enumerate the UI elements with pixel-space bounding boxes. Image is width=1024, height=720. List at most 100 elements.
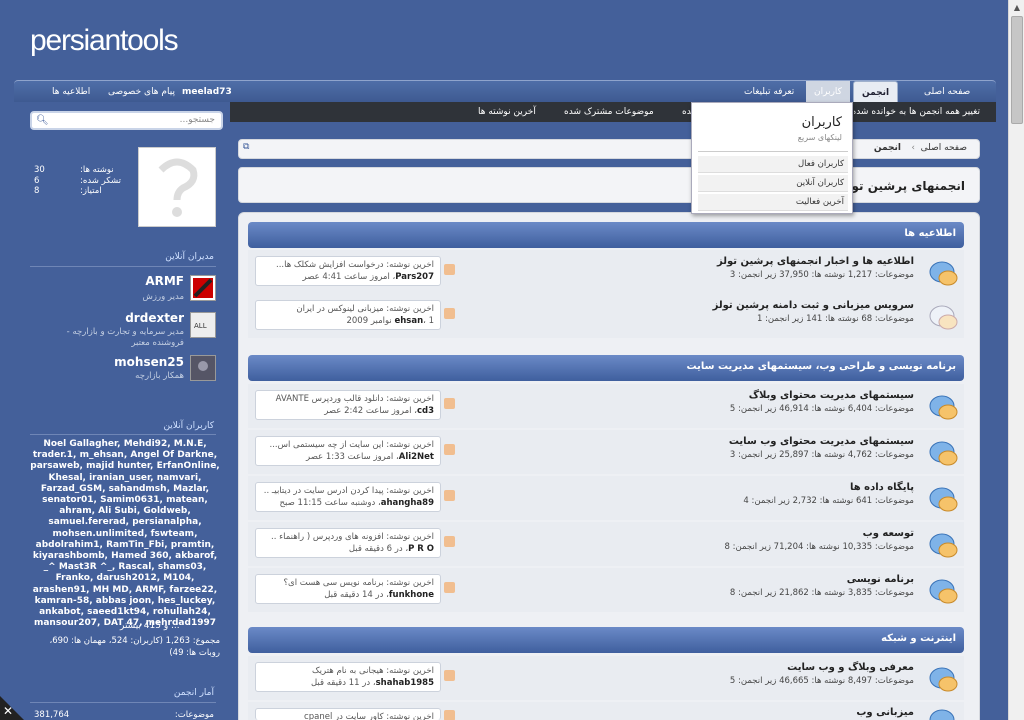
scrollbar[interactable]: ▲: [1008, 0, 1024, 720]
forum-title[interactable]: توسعه وب: [863, 528, 914, 539]
new-window-icon[interactable]: ⧉: [243, 142, 249, 152]
rss-icon[interactable]: [444, 582, 455, 593]
moderator-role: مدیر سرمایه و تجارت و بازارچه - فروشنده …: [66, 327, 184, 348]
forum-title[interactable]: سیستمهای مدیریت محتوای وب سایت: [729, 436, 914, 447]
forum-stats: موضوعات: 1,217 نوشته ها: 37,950 زیر انجم…: [729, 270, 914, 280]
scroll-thumb[interactable]: [1011, 16, 1023, 124]
forum-title[interactable]: پایگاه داده ها: [850, 482, 914, 493]
last-post-box[interactable]: آخرین نوشته: برنامه نویس سی هست ای؟ funkh…: [255, 574, 441, 604]
moderator-name[interactable]: mohsen25: [114, 355, 184, 369]
last-post-box[interactable]: آخرین نوشته: کاور سایت در cpanel: [255, 708, 441, 720]
menu-item-active-users[interactable]: کاربران فعال: [698, 156, 848, 173]
nav-username[interactable]: meelad73: [174, 81, 240, 103]
forum-stats: موضوعات: 3,835 نوشته ها: 21,862 زیر انجم…: [729, 588, 914, 598]
last-post-thread[interactable]: آخرین نوشته: برنامه نویس سی هست ای؟: [258, 578, 434, 588]
last-post-thread[interactable]: آخرین نوشته: این سایت از چه سیستمی اس...: [258, 440, 435, 450]
rss-icon[interactable]: [444, 490, 455, 501]
last-post-thread[interactable]: آخرین نوشته: درخواست افزایش شکلک ها...: [258, 260, 434, 270]
rss-icon[interactable]: [444, 264, 455, 275]
scroll-up-arrow-icon[interactable]: ▲: [1009, 0, 1024, 16]
menu-item-online-users[interactable]: کاربران آنلاین: [698, 175, 848, 192]
forum-title[interactable]: سرویس میزبانی و ثبت دامنه پرشین تولز: [713, 300, 914, 311]
last-post-user[interactable]: cd3: [417, 406, 434, 416]
category-header[interactable]: اینترنت و شبکه: [248, 627, 964, 653]
category-title[interactable]: برنامه نویسی و طراحی وب، سیستمهای مدیریت…: [687, 361, 956, 372]
last-post-thread[interactable]: آخرین نوشته: میزبانی لینوکس در ایران: [258, 304, 434, 314]
last-post-box[interactable]: آخرین نوشته: این سایت از چه سیستمی اس...…: [255, 436, 441, 466]
forum-title[interactable]: برنامه نویسی: [847, 574, 914, 585]
last-post-thread[interactable]: آخرین نوشته: پیدا کردن آدرس سایت در دیتا…: [258, 486, 434, 496]
forum-title[interactable]: میزبانی وب: [856, 707, 914, 718]
stat-score-label: امتیاز:: [80, 186, 102, 196]
last-post-box[interactable]: آخرین نوشته: افزونه های وردپرس ( راهنماء…: [255, 528, 441, 558]
forum-title[interactable]: معرفی وبلاگ و وب سایت: [787, 662, 914, 673]
tab-users[interactable]: کاربران: [806, 81, 850, 103]
rss-icon[interactable]: [444, 398, 455, 409]
search-placeholder: جستجو...: [179, 115, 215, 125]
rss-icon[interactable]: [444, 536, 455, 547]
moderator-name[interactable]: drdexter: [125, 311, 184, 325]
tab-home[interactable]: صفحه اصلی: [916, 81, 978, 103]
forum-stats: موضوعات: 4,762 نوشته ها: 25,897 زیر انجم…: [729, 450, 914, 460]
last-post-box[interactable]: آخرین نوشته: دانلود قالب وردپرس AVANTE cd…: [255, 390, 441, 420]
breadcrumb-home[interactable]: صفحه اصلی: [921, 143, 967, 153]
last-post-user[interactable]: funkhone: [389, 590, 434, 600]
last-post-box[interactable]: آخرین نوشته: درخواست افزایش شکلک ها... Pa…: [255, 256, 441, 286]
last-post-thread[interactable]: آخرین نوشته: کاور سایت در cpanel: [258, 712, 434, 720]
forum-status-icon: [929, 487, 958, 512]
forum-title[interactable]: سیستمهای مدیریت محتوای وبلاگ: [749, 390, 914, 401]
tab-forum[interactable]: انجمن: [853, 81, 899, 104]
last-post-thread[interactable]: آخرین نوشته: هیجانی به نام هتریک: [258, 666, 434, 676]
forum-title[interactable]: اطلاعیه ها و اخبار انجمنهای پرشین تولز: [717, 256, 914, 267]
last-post-box[interactable]: آخرین نوشته: هیجانی به نام هتریک shahab19…: [255, 662, 441, 692]
moderator-avatar[interactable]: [190, 355, 216, 381]
last-post-user[interactable]: ahangha89: [381, 498, 434, 508]
forum-stats: موضوعات: 68 نوشته ها: 141 زیر انجمن: 1: [756, 314, 914, 324]
rss-icon[interactable]: [444, 444, 455, 455]
breadcrumb-forum[interactable]: انجمن: [874, 143, 901, 153]
forum-status-icon: [929, 261, 958, 286]
last-post-user[interactable]: Pars207: [395, 272, 434, 282]
sub-mark-read[interactable]: تغییر همه انجمن ها به خوانده شده: [854, 102, 980, 122]
last-post-user[interactable]: ehsan: [394, 316, 423, 326]
online-users-more[interactable]: ... و 415 بیشتر: [120, 621, 180, 631]
rss-icon[interactable]: [444, 308, 455, 319]
moderator-avatar[interactable]: [190, 275, 216, 301]
forum-status-icon: [929, 395, 958, 420]
last-post-box[interactable]: آخرین نوشته: پیدا کردن آدرس سایت در دیتا…: [255, 482, 441, 512]
rss-icon[interactable]: [444, 710, 455, 720]
category-title[interactable]: اینترنت و شبکه: [881, 633, 956, 644]
site-logo[interactable]: persiantools: [30, 24, 179, 58]
nav-private-messages[interactable]: پیام های خصوصی: [100, 81, 183, 103]
last-post-thread[interactable]: آخرین نوشته: دانلود قالب وردپرس AVANTE: [258, 394, 434, 404]
last-post-user[interactable]: shahab1985: [376, 678, 434, 688]
sub-latest-posts[interactable]: آخرین نوشته ها: [478, 102, 536, 122]
category-header[interactable]: اطلاعیه ها: [248, 222, 964, 248]
forum-row: اطلاعیه ها و اخبار انجمنهای پرشین تولز م…: [248, 250, 964, 294]
rss-icon[interactable]: [444, 670, 455, 681]
avatar[interactable]: [138, 147, 216, 227]
stat-posts-label: نوشته ها:: [80, 165, 114, 175]
forum-stats: موضوعات: 10,335 نوشته ها: 71,204 زیر انج…: [724, 542, 915, 552]
search-input[interactable]: 🔍︎ جستجو...: [30, 111, 223, 130]
moderator-name[interactable]: ARMF: [145, 274, 184, 288]
menu-item-last-activity[interactable]: آخرین فعالیت: [698, 194, 848, 211]
last-post-user[interactable]: P R O: [408, 544, 434, 554]
nav-notifications[interactable]: اطلاعیه ها: [44, 81, 98, 103]
tab-advertising[interactable]: تعرفه تبلیغات: [736, 81, 802, 103]
forum-status-icon: [929, 709, 955, 720]
online-users-list[interactable]: Noel Gallagher, Mehdi92, M.N.E, trader.1…: [30, 439, 220, 629]
moderator-avatar[interactable]: ALL: [190, 312, 216, 338]
category-header[interactable]: برنامه نویسی و طراحی وب، سیستمهای مدیریت…: [248, 355, 964, 381]
last-post-user[interactable]: Ali2Net: [399, 452, 434, 462]
forum-status-icon: [929, 579, 958, 604]
forum-status-icon: [929, 305, 958, 330]
last-post-box[interactable]: آخرین نوشته: میزبانی لینوکس در ایران ehsa…: [255, 300, 441, 330]
online-summary: مجموع: 1,263 (کاربران: 524، مهمان ها: 69…: [49, 636, 220, 658]
last-post-thread[interactable]: آخرین نوشته: افزونه های وردپرس ( راهنماء…: [258, 532, 434, 542]
sub-subscribed-threads[interactable]: موضوعات مشترک شده: [564, 102, 654, 122]
breadcrumb-separator-icon: ›: [911, 143, 915, 153]
search-icon[interactable]: 🔍︎: [36, 115, 49, 126]
moderators-heading: مدیران آنلاین: [165, 252, 214, 262]
category-title[interactable]: اطلاعیه ها: [904, 228, 956, 239]
